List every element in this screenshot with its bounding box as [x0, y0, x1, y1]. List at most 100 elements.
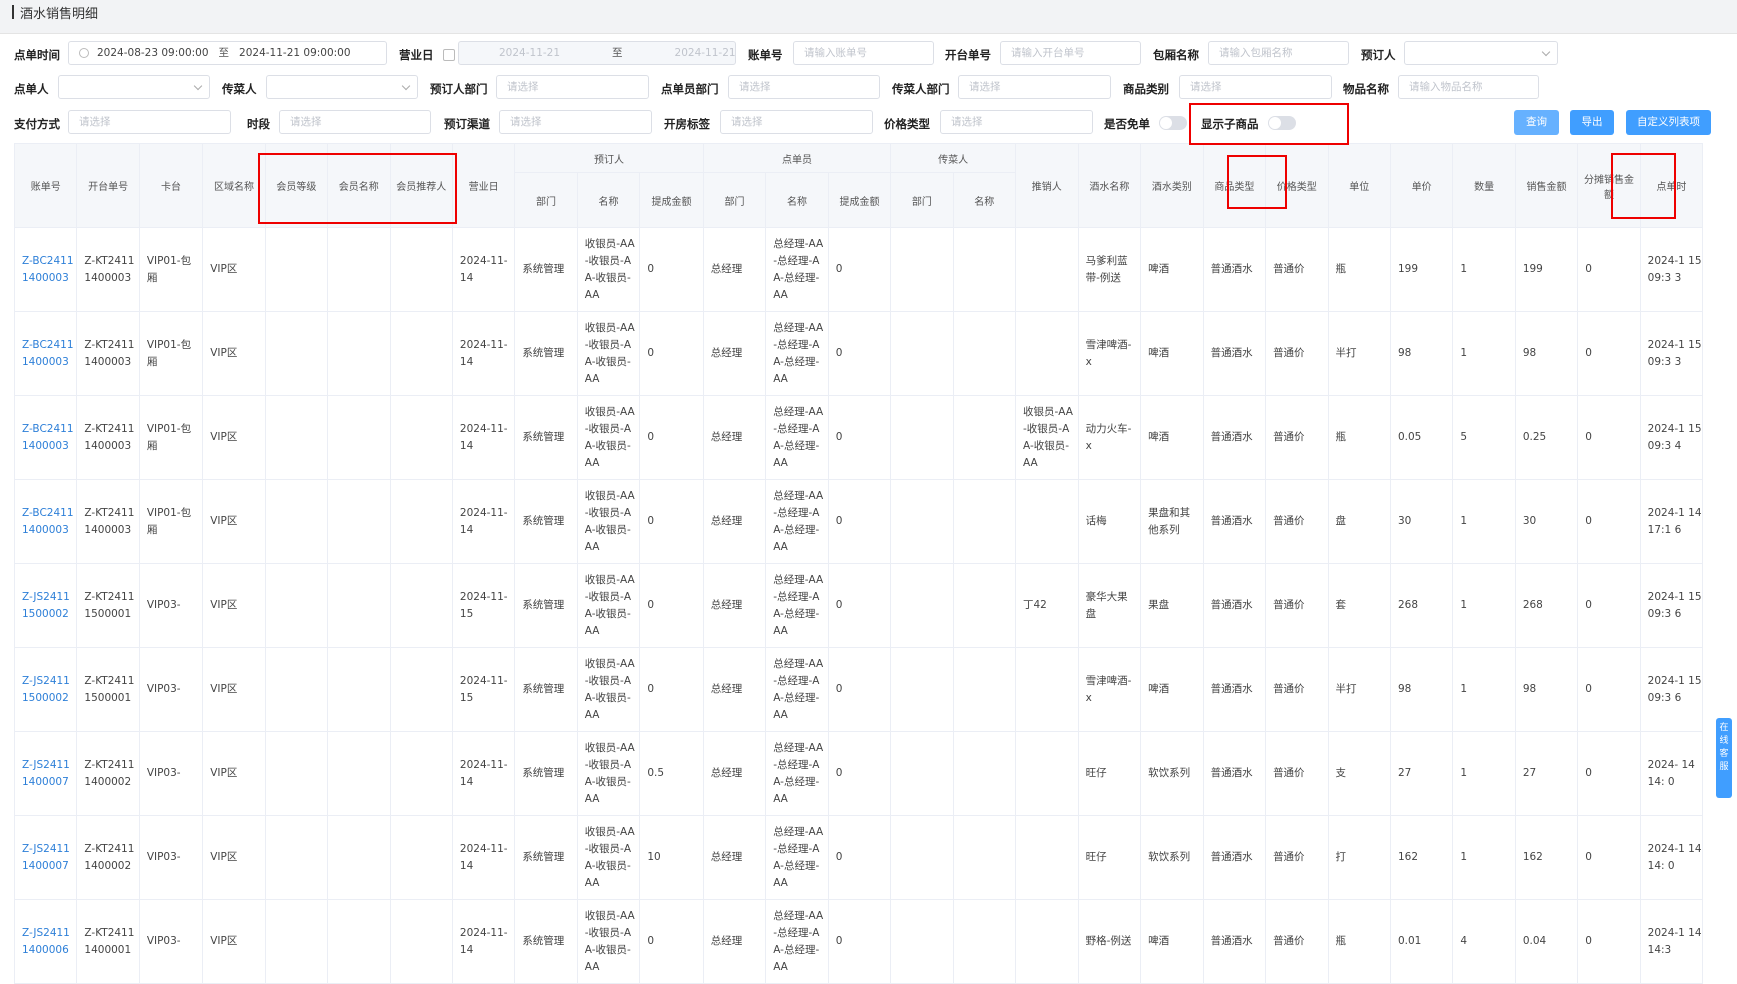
cell-ptype: 普通酒水 — [1202, 563, 1267, 648]
open-no-input[interactable]: 请输入开台单号 — [1000, 41, 1141, 65]
cell-bill-no: Z-BC2411 1400003 — [13, 227, 78, 312]
table-row: Z-JS2411 1400007 Z-KT2411 1400002 VIP03- VI… — [13, 731, 1737, 816]
cell-day: 2024-11- 14 — [451, 395, 516, 480]
bill-no-link[interactable]: Z-BC2411 1400003 — [22, 423, 74, 452]
query-button[interactable]: 查询 — [1514, 110, 1559, 135]
cell-day: 2024-11- 15 — [451, 647, 516, 732]
cell-price-type: 普通价 — [1265, 731, 1329, 816]
business-day-range[interactable]: 2024-11-21 至 2024-11-21 — [458, 41, 736, 65]
bill-no-link[interactable]: Z-JS2411 1500002 — [22, 591, 70, 620]
payment-select[interactable]: 请选择 — [68, 110, 231, 134]
orderer-select[interactable] — [58, 75, 210, 99]
cell-price: 268 — [1389, 563, 1454, 648]
show-sub-toggle[interactable] — [1268, 116, 1296, 130]
reserver-select[interactable] — [1404, 41, 1558, 65]
cell-booth: VIP01-包 厢 — [138, 311, 204, 396]
export-button[interactable]: 导出 — [1570, 110, 1614, 135]
cell-unit: 半打 — [1327, 311, 1391, 396]
cell-s-dept — [890, 563, 954, 648]
cell-s-dept — [890, 227, 954, 312]
cell-booth: VIP01-包 厢 — [138, 227, 204, 312]
cell-qty: 5 — [1452, 395, 1516, 480]
bill-no-link[interactable]: Z-BC2411 1400003 — [22, 255, 74, 284]
period-select[interactable]: 请选择 — [279, 110, 431, 134]
cell-open-no: Z-KT2411 1400001 — [76, 899, 140, 984]
cell-mr — [389, 395, 453, 480]
bill-no-link[interactable]: Z-JS2411 1500002 — [22, 675, 70, 704]
chevron-down-icon — [1541, 47, 1551, 57]
item-name-input[interactable]: 请输入物品名称 — [1398, 75, 1539, 99]
cell-r-dept: 系统管理 — [514, 563, 578, 648]
bill-no-link[interactable]: Z-JS2411 1400007 — [22, 759, 70, 788]
chevron-down-icon — [193, 81, 203, 91]
cell-unit: 瓶 — [1327, 395, 1391, 480]
header-reserver-commission: 提成金额 — [639, 172, 704, 228]
cell-s-dept — [890, 395, 954, 480]
cell-r-name: 收银员-AA -收银员-A A-收银员- AA — [576, 899, 641, 984]
cell-o-dept: 总经理 — [702, 311, 767, 396]
bill-no-link[interactable]: Z-BC2411 1400003 — [22, 339, 74, 368]
cell-o-comm: 0 — [827, 479, 892, 564]
free-toggle[interactable] — [1159, 116, 1187, 130]
cell-ptype: 普通酒水 — [1202, 815, 1267, 900]
cell-ml — [264, 311, 329, 396]
cell-promoter — [1015, 899, 1079, 984]
cell-amount: 98 — [1514, 311, 1579, 396]
business-day-label: 营业日 — [399, 48, 434, 62]
cell-time: 2024-1 14 17:1 6 — [1639, 479, 1704, 564]
business-day-checkbox[interactable] — [443, 49, 455, 61]
bill-no-link[interactable]: Z-BC2411 1400003 — [22, 507, 74, 536]
header-reserver-dept: 部门 — [514, 172, 578, 228]
room-name-input[interactable]: 请输入包厢名称 — [1208, 41, 1349, 65]
cell-booth: VIP03- — [138, 815, 204, 900]
server-dept-select[interactable]: 请选择 — [958, 75, 1111, 99]
custom-columns-button[interactable]: 自定义列表项 — [1626, 110, 1711, 135]
cell-time: 2024-1 15 09:3 6 — [1639, 647, 1704, 732]
cell-bill-no: Z-JS2411 1400007 — [13, 731, 78, 816]
cell-day: 2024-11- 14 — [451, 311, 516, 396]
cell-r-name: 收银员-AA -收银员-A A-收银员- AA — [576, 227, 641, 312]
cell-amount: 27 — [1514, 731, 1579, 816]
cell-r-comm: 0.5 — [639, 731, 704, 816]
cell-bill-no: Z-JS2411 1400007 — [13, 815, 78, 900]
bill-no-link[interactable]: Z-JS2411 1400007 — [22, 843, 70, 872]
cell-r-comm: 0 — [639, 563, 704, 648]
tag-select[interactable]: 请选择 — [720, 110, 873, 134]
cell-r-dept: 系统管理 — [514, 395, 578, 480]
cell-day: 2024-11- 15 — [451, 563, 516, 648]
cell-o-dept: 总经理 — [702, 479, 767, 564]
header-reserver-name: 名称 — [576, 172, 641, 228]
bill-no-link[interactable]: Z-JS2411 1400006 — [22, 927, 70, 956]
cell-ml — [264, 899, 329, 984]
cell-area: VIP区 — [202, 899, 266, 984]
cell-price: 199 — [1389, 227, 1454, 312]
cell-time: 2024-1 15 09:3 3 — [1639, 311, 1704, 396]
cell-amount: 30 — [1514, 479, 1579, 564]
payment-label: 支付方式 — [14, 117, 60, 131]
bill-no-input[interactable]: 请输入账单号 — [793, 41, 934, 65]
cell-s-dept — [890, 479, 954, 564]
header-business-day: 营业日 — [451, 143, 516, 228]
orderer-dept-label: 点单员部门 — [661, 82, 719, 96]
reserver-dept-select[interactable]: 请选择 — [496, 75, 649, 99]
orderer-dept-select[interactable]: 请选择 — [728, 75, 880, 99]
cell-dtype: 果盘 — [1140, 563, 1204, 648]
cell-r-comm: 0 — [639, 899, 704, 984]
tag-label: 开房标签 — [664, 117, 710, 131]
online-service-tab[interactable]: 在线客服 — [1716, 718, 1732, 798]
order-time-range[interactable]: 2024-08-23 09:00:00 至 2024-11-21 09:00:00 — [68, 41, 387, 65]
channel-select[interactable]: 请选择 — [499, 110, 652, 134]
cell-r-comm: 0 — [639, 647, 704, 732]
server-select[interactable] — [266, 75, 418, 99]
cell-area: VIP区 — [202, 395, 266, 480]
cell-promoter — [1015, 731, 1079, 816]
title-accent — [12, 5, 14, 19]
price-type-select[interactable]: 请选择 — [940, 110, 1093, 134]
cell-r-dept: 系统管理 — [514, 815, 578, 900]
cell-time: 2024-1 15 09:3 3 — [1639, 227, 1704, 312]
cell-split: 0 — [1577, 647, 1641, 732]
cell-o-comm: 0 — [827, 311, 892, 396]
cell-promoter — [1015, 479, 1079, 564]
category-select[interactable]: 请选择 — [1179, 75, 1332, 99]
cell-r-dept: 系统管理 — [514, 647, 578, 732]
